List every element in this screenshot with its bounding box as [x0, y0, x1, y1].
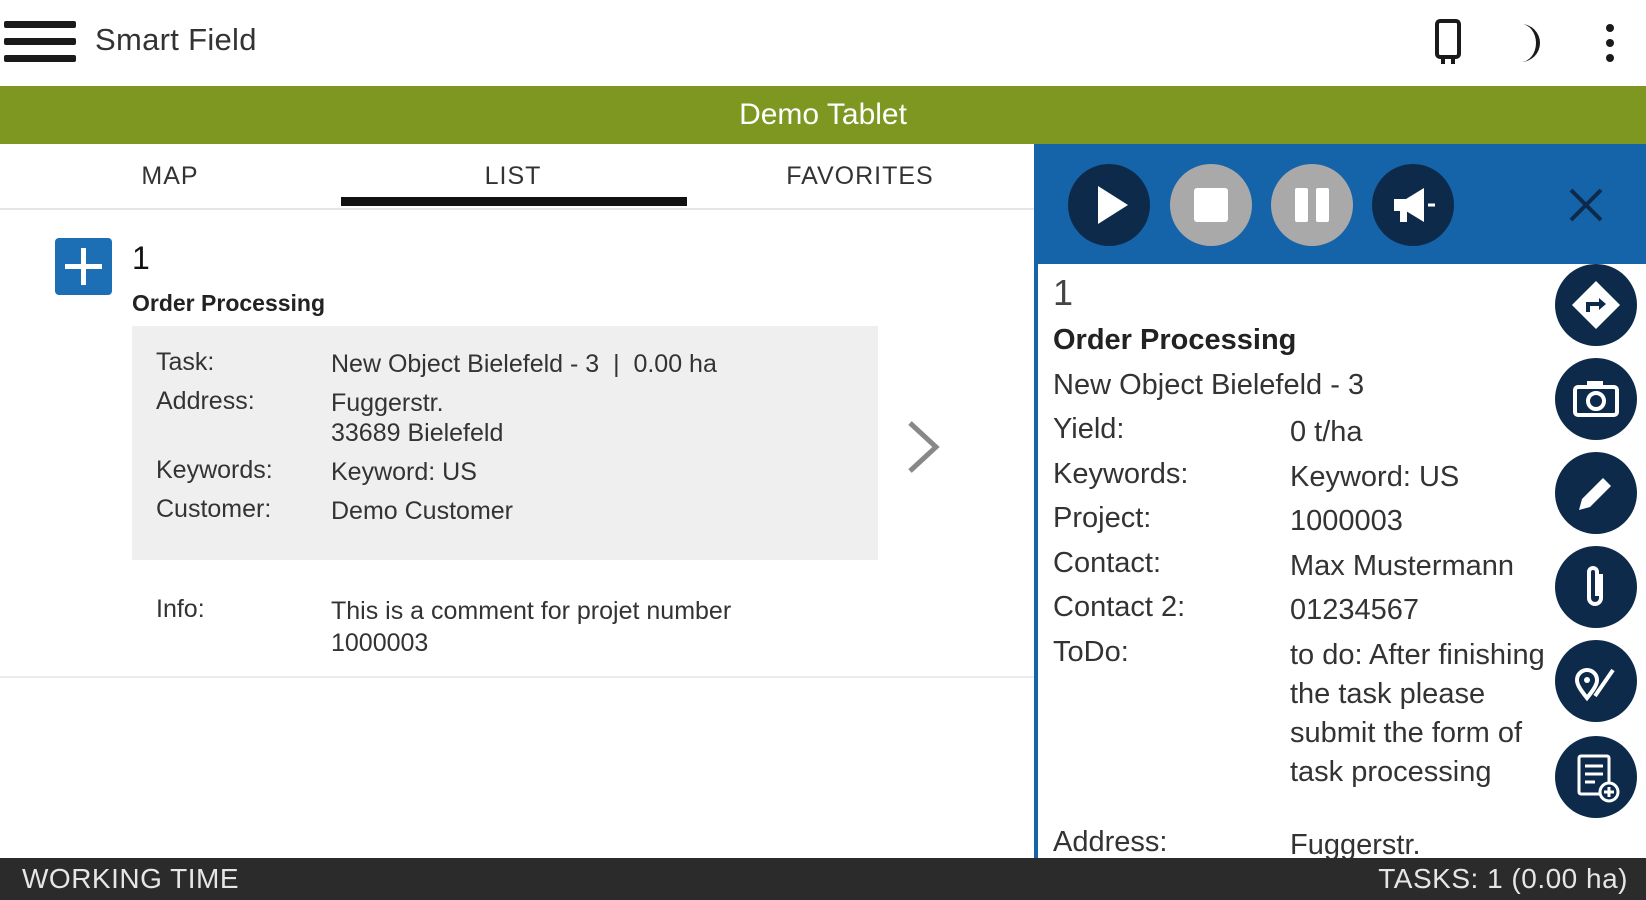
edit-button[interactable]: [1555, 452, 1637, 534]
order-number: 1: [132, 240, 150, 276]
camera-button[interactable]: [1555, 358, 1637, 440]
yield-label: Yield:: [1053, 413, 1125, 445]
tasks-summary: TASKS: 1 (0.00 ha): [1378, 863, 1628, 894]
order-list-item[interactable]: 1 Order Processing Task: New Object Biel…: [0, 212, 1034, 678]
working-time-label[interactable]: WORKING TIME: [22, 863, 239, 895]
paperclip-icon: [1587, 566, 1603, 606]
pause-icon: [1295, 188, 1329, 222]
navigate-button[interactable]: [1555, 264, 1637, 346]
info-label: Info:: [156, 595, 205, 623]
project-value: 1000003: [1290, 505, 1403, 537]
stop-icon: [1194, 188, 1228, 222]
megaphone-icon: [1394, 188, 1435, 222]
project-label: Project:: [1053, 502, 1152, 534]
order-title: Order Processing: [132, 290, 326, 316]
stop-button[interactable]: [1170, 164, 1252, 246]
pencil-icon: [1579, 478, 1611, 510]
keywords-value: Keyword: US: [331, 458, 477, 486]
menu-icon[interactable]: [0, 16, 78, 66]
app-bar: Smart Field: [0, 0, 1646, 86]
pause-button[interactable]: [1271, 164, 1353, 246]
contact-value: Max Mustermann: [1290, 550, 1515, 582]
address-label: Address:: [156, 387, 255, 415]
task-label: Task:: [156, 348, 215, 376]
contact2-value: 01234567: [1290, 594, 1420, 626]
tablet-icon[interactable]: [1423, 18, 1473, 68]
keywords-label: Keywords:: [1053, 458, 1189, 490]
announce-button[interactable]: [1372, 164, 1454, 246]
order-details-box: Task: New Object Bielefeld - 3 | 0.00 ha…: [132, 326, 878, 560]
tab-favorites[interactable]: FAVORITES: [686, 144, 1034, 210]
tab-map[interactable]: MAP: [0, 144, 340, 210]
form-button[interactable]: [1555, 736, 1637, 818]
play-icon: [1098, 186, 1128, 224]
list-panel: MAP LIST FAVORITES 1 Order Processing Ta…: [0, 144, 1034, 858]
camera-icon: [1573, 381, 1619, 417]
navigate-icon: [1571, 280, 1621, 330]
more-vert-icon[interactable]: [1585, 18, 1635, 68]
customer-label: Customer:: [156, 495, 272, 523]
contact2-label: Contact 2:: [1053, 591, 1186, 623]
add-icon[interactable]: [55, 238, 112, 295]
customer-value: Demo Customer: [331, 497, 513, 525]
detail-toolbar: [1038, 144, 1646, 264]
keywords-value: Keyword: US: [1290, 461, 1460, 493]
contact-label: Contact:: [1053, 547, 1161, 579]
detail-subtitle: New Object Bielefeld - 3: [1053, 369, 1365, 401]
tab-indicator: [341, 197, 687, 206]
keywords-label: Keywords:: [156, 456, 273, 484]
map-pin-route-icon: [1574, 668, 1615, 702]
status-bar: WORKING TIME TASKS: 1 (0.00 ha): [0, 858, 1646, 900]
task-value: New Object Bielefeld - 3 | 0.00 ha: [331, 350, 717, 378]
yield-value: 0 t/ha: [1290, 416, 1363, 448]
route-button[interactable]: [1555, 640, 1637, 722]
form-add-icon: [1577, 754, 1620, 803]
chevron-right-icon[interactable]: [900, 417, 946, 477]
app-title: Smart Field: [95, 22, 257, 57]
info-value: This is a comment for projet number 1000…: [331, 597, 732, 657]
detail-title: Order Processing: [1053, 324, 1297, 356]
todo-value: to do: After finishing the task please s…: [1290, 639, 1545, 788]
address-line1: Fuggerstr.: [331, 389, 444, 417]
play-button[interactable]: [1068, 164, 1150, 246]
detail-number: 1: [1053, 272, 1074, 313]
attach-button[interactable]: [1555, 546, 1637, 628]
address-label: Address:: [1053, 826, 1168, 858]
moon-icon[interactable]: [1505, 18, 1555, 68]
tab-bar: MAP LIST FAVORITES: [0, 144, 1034, 210]
address-value: Fuggerstr.: [1290, 829, 1421, 858]
close-icon[interactable]: [1563, 182, 1609, 228]
address-line2: 33689 Bielefeld: [331, 419, 504, 447]
todo-label: ToDo:: [1053, 636, 1129, 668]
device-banner: Demo Tablet: [0, 86, 1646, 144]
